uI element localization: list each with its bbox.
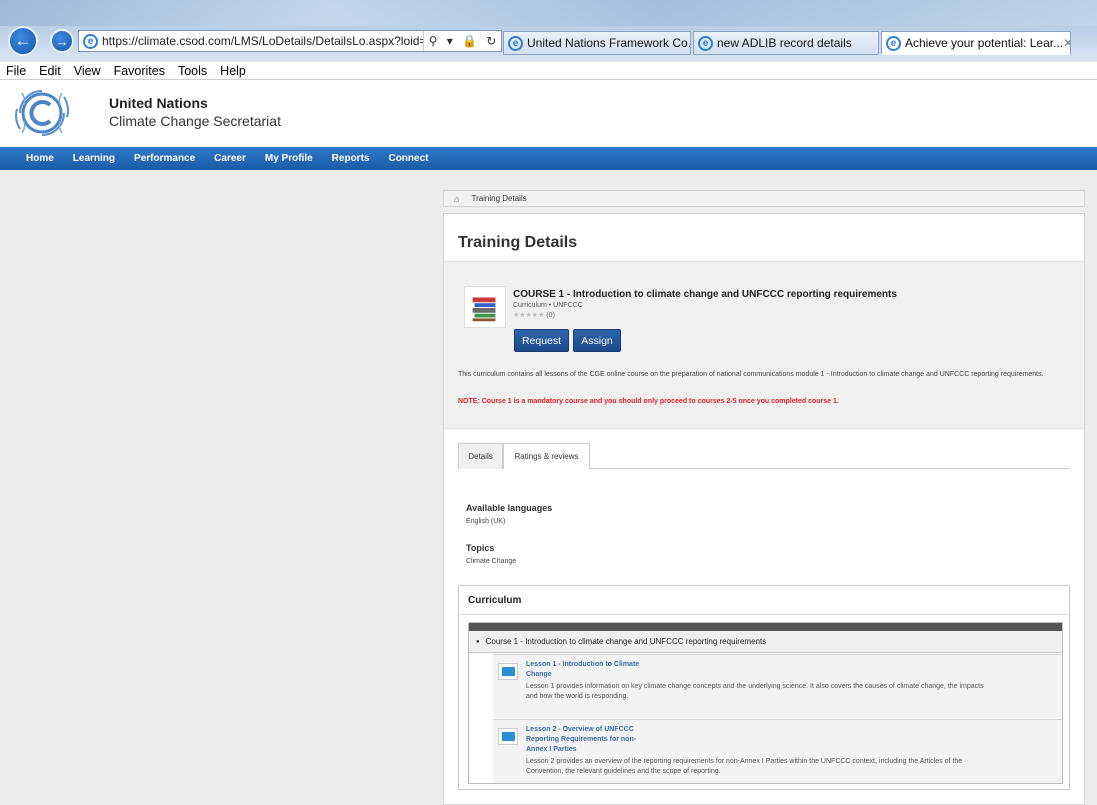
menu-favorites[interactable]: Favorites [114,64,165,78]
browser-window: ← → e https://climate.csod.com/LMS/LoDet… [0,0,1097,805]
course-summary: COURSE 1 - Introduction to climate chang… [444,261,1084,429]
top-navigation: Home Learning Performance Career My Prof… [0,147,1097,170]
tab-details[interactable]: Details [458,443,503,469]
details-tabs: Details Ratings & reviews [458,443,1070,469]
forward-button[interactable]: → [50,29,74,53]
ie-tab-icon: e [886,35,901,51]
nav-career[interactable]: Career [214,153,246,164]
search-icon[interactable]: ⚲ [429,34,438,48]
browser-toolbar: ← → e https://climate.csod.com/LMS/LoDet… [0,0,1097,62]
rating-count: (0) [546,312,555,319]
assign-button[interactable]: Assign [573,329,621,352]
org-subtitle: Climate Change Secretariat [109,113,281,129]
tab-label: Achieve your potential: Lear... [905,36,1064,50]
books-icon [464,286,506,328]
arrow-right-icon: → [55,33,69,49]
breadcrumb: ⌂ Training Details [443,190,1085,207]
menu-tools[interactable]: Tools [178,64,207,78]
bullet-icon: ● [476,638,480,645]
browser-tab-unfccc[interactable]: e United Nations Framework Co... [503,31,691,55]
lesson-title-link[interactable]: Lesson 2 - Overview of UNFCCC Reporting … [526,725,636,755]
arrow-left-icon: ← [14,31,32,50]
lesson-title-line: Lesson 2 - Overview of UNFCCC [526,726,634,733]
ie-tab-icon: e [508,35,523,51]
training-details-panel: Training Details COURSE 1 - Introduction… [443,213,1085,805]
menu-edit[interactable]: Edit [39,64,61,78]
title-bar [0,0,1097,26]
browser-tab-adlib[interactable]: e new ADLIB record details [693,31,879,55]
nav-home[interactable]: Home [26,153,54,164]
available-languages-value: English (UK) [466,518,506,525]
topics-value: Climate Change [466,558,517,565]
curriculum-list: ● Course 1 - Introduction to climate cha… [468,622,1063,784]
star-icon: ★★★★★ [513,312,545,319]
site-header: United Nations Climate Change Secretaria… [0,80,1097,147]
list-item: Lesson 2 - Overview of UNFCCC Reporting … [493,719,1062,783]
lesson-desc-line: Convention, the relevant guidelines and … [526,768,721,775]
curriculum-course-title: Course 1 - Introduction to climate chang… [485,637,767,646]
lesson-description: Lesson 2 provides an overview of the rep… [526,757,1054,777]
breadcrumb-current: Training Details [471,194,527,203]
tab-ratings-reviews[interactable]: Ratings & reviews [503,443,590,469]
available-languages-label: Available languages [466,503,553,513]
nav-reports[interactable]: Reports [332,153,370,164]
page-title: Training Details [458,234,578,251]
lesson-desc-line: and how the world is responding. [526,693,629,700]
dropdown-icon[interactable]: ▾ [447,34,453,48]
menu-bar: File Edit View Favorites Tools Help [0,62,1097,80]
nav-learning[interactable]: Learning [73,153,115,164]
ie-page-icon: e [83,33,98,49]
refresh-icon[interactable]: ↻ [486,34,496,48]
page-content: ⌂ Training Details Training Details COUR… [0,170,1097,805]
nav-connect[interactable]: Connect [388,153,428,164]
mandatory-note: NOTE: Course 1 is a mandatory course and… [458,398,839,405]
lock-icon[interactable]: 🔒 [462,34,477,48]
lesson-description: Lesson 1 provides information on key cli… [526,682,1054,702]
curriculum-title: Curriculum [468,595,522,606]
unfccc-logo-icon[interactable] [12,83,72,143]
address-bar[interactable]: e https://climate.csod.com/LMS/LoDetails… [78,30,502,52]
org-name: United Nations [109,95,208,111]
curriculum-section: Curriculum ● Course 1 - Introduction to … [458,585,1070,790]
close-icon[interactable]: ✕ [1063,36,1070,50]
list-item: Lesson 1 - Introduction to Climate Chang… [493,654,1062,718]
curriculum-course-row[interactable]: ● Course 1 - Introduction to climate cha… [469,631,1062,653]
address-text[interactable]: https://climate.csod.com/LMS/LoDetails/D… [102,34,423,48]
ie-tab-icon: e [698,35,713,51]
course-description: This curriculum contains all lessons of … [458,371,1044,378]
request-button[interactable]: Request [514,329,569,352]
address-tools: ⚲ ▾ 🔒 ↻ [423,31,501,51]
menu-file[interactable]: File [6,64,26,78]
lesson-icon [498,728,518,745]
back-button[interactable]: ← [8,26,38,56]
lesson-title-link[interactable]: Lesson 1 - Introduction to Climate Chang… [526,660,639,680]
lesson-title-line: Reporting Requirements for non- [526,736,637,743]
divider [459,614,1069,615]
lesson-title-line: Annex I Parties [526,746,577,753]
lesson-desc-line: Lesson 1 provides information on key cli… [526,683,984,690]
lesson-title-line: Lesson 1 - Introduction to Climate [526,661,640,668]
lesson-icon [498,663,518,680]
tab-label: United Nations Framework Co... [527,36,691,50]
lesson-title-line: Change [526,671,552,678]
menu-help[interactable]: Help [220,64,246,78]
lesson-desc-line: Lesson 2 provides an overview of the rep… [526,758,963,765]
nav-performance[interactable]: Performance [134,153,195,164]
home-icon[interactable]: ⌂ [454,194,459,204]
menu-view[interactable]: View [74,64,101,78]
course-meta: Curriculum • UNFCCC [513,302,583,309]
topics-label: Topics [466,543,495,553]
nav-my-profile[interactable]: My Profile [265,153,313,164]
tab-label: new ADLIB record details [717,36,852,50]
curriculum-header-bar [469,623,1062,631]
rating-stars: ★★★★★ (0) [513,311,555,319]
browser-tab-active[interactable]: e Achieve your potential: Lear... ✕ [881,31,1071,55]
course-title: COURSE 1 - Introduction to climate chang… [513,289,897,300]
